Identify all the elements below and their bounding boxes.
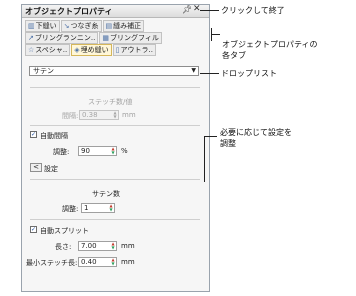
- callout-line: [211, 34, 220, 35]
- tab-connector-label: つなぎ糸: [70, 22, 99, 30]
- auto-split-checkbox[interactable]: ✓: [30, 226, 37, 233]
- callout-tabs-line1: オブジェクトプロパティの: [222, 40, 318, 49]
- adjust-unit: %: [121, 147, 128, 155]
- spinner-icon[interactable]: ▲ ▼: [108, 204, 114, 212]
- callout-tabs-line2: 各タブ: [222, 51, 246, 60]
- spacing-input[interactable]: 0.38 ▲ ▼: [79, 110, 119, 120]
- callout-line: [200, 10, 219, 11]
- callout-line: [204, 136, 217, 137]
- tab-connector[interactable]: ↘ つなぎ糸: [60, 20, 102, 32]
- auto-split-label: 自動スプリット: [40, 227, 89, 235]
- tab-special[interactable]: ☆ スペシャ..: [25, 44, 71, 56]
- running-icon: ↗: [28, 34, 34, 42]
- object-properties-panel: オブジェクトプロパティ 📌︎ ✕ ▥ 下縫い ↘ つなぎ糸 ▤ 縫み補正 ↗ ブ…: [21, 4, 210, 292]
- settings-button[interactable]: <: [30, 163, 42, 172]
- spinner-icon[interactable]: ▲ ▼: [112, 111, 118, 119]
- divider: [30, 87, 200, 88]
- tab-fill-stitch[interactable]: ◈ 埋め縫い: [71, 44, 112, 56]
- adjust2-label: 調整:: [62, 205, 79, 213]
- pull-comp-icon: ▤: [105, 22, 113, 30]
- tab-special-label: スペシャ..: [35, 46, 68, 54]
- stitch-type-dropdown[interactable]: サテン ▼: [29, 66, 199, 76]
- length-label: 長さ:: [55, 243, 72, 251]
- satin-count-heading: サテン数: [92, 190, 120, 198]
- spacing-unit: mm: [122, 111, 136, 119]
- tab-running-label: ブリングランニン..: [34, 34, 96, 42]
- adjust-input[interactable]: 90 ▲ ▼: [78, 146, 117, 156]
- tab-underlay-label: 下縫い: [35, 22, 57, 30]
- tab-underlay[interactable]: ▥ 下縫い: [25, 20, 60, 32]
- min-stitch-input[interactable]: 0.40 ▲ ▼: [78, 257, 117, 267]
- tab-row-3: ☆ スペシャ.. ◈ 埋め縫い ▯ アウトラ..: [25, 44, 157, 56]
- divider: [30, 179, 200, 180]
- adjust2-input[interactable]: 1 ▲ ▼: [81, 203, 115, 213]
- tab-fill-stitch-label: 埋め縫い: [80, 46, 109, 54]
- min-stitch-unit: mm: [121, 258, 135, 266]
- tab-row-1: ▥ 下縫い ↘ つなぎ糸 ▤ 縫み補正: [25, 20, 145, 32]
- outline-icon: ▯: [115, 46, 120, 54]
- chevron-down-icon: ▼: [191, 67, 196, 74]
- adjust-label: 調整:: [53, 148, 70, 156]
- tab-outline[interactable]: ▯ アウトラ..: [112, 44, 156, 56]
- callout-bracket: [204, 136, 205, 182]
- callout-adjust-line2: 調整: [220, 139, 236, 148]
- spinner-icon[interactable]: ▲ ▼: [110, 147, 116, 155]
- tab-outline-label: アウトラ..: [120, 46, 153, 54]
- length-input[interactable]: 7.00 ▲ ▼: [78, 241, 117, 251]
- divider: [30, 219, 200, 220]
- min-stitch-label: 最小ステッチ長:: [26, 259, 78, 267]
- panel-title: オブジェクトプロパティ: [25, 7, 113, 16]
- spinner-icon[interactable]: ▲ ▼: [110, 242, 116, 250]
- fill-stitch-icon: ◈: [74, 46, 80, 54]
- connector-icon: ↘: [63, 22, 70, 30]
- stitch-count-heading: ステッチ数/値: [88, 98, 133, 106]
- fill-icon: ▦: [102, 34, 109, 42]
- tab-running[interactable]: ↗ ブリングランニン..: [25, 32, 99, 44]
- min-stitch-value: 0.40: [81, 258, 97, 266]
- spacing-value: 0.38: [82, 111, 98, 119]
- dropdown-value: サテン: [33, 67, 54, 75]
- adjust2-value: 1: [84, 204, 89, 212]
- length-unit: mm: [121, 242, 135, 250]
- tab-fill-label: ブリングフィル: [109, 34, 159, 42]
- close-icon[interactable]: ✕: [193, 4, 201, 14]
- adjust-value: 90: [81, 147, 90, 155]
- tab-pull-comp[interactable]: ▤ 縫み補正: [102, 20, 145, 32]
- settings-label: 設定: [44, 165, 58, 173]
- auto-spacing-checkbox[interactable]: ✓: [30, 131, 37, 138]
- spacing-label: 間隔:: [62, 112, 79, 120]
- tab-fill[interactable]: ▦ ブリングフィル: [99, 32, 162, 44]
- tab-pull-comp-label: 縫み補正: [113, 22, 142, 30]
- callout-dropdown: ドロップリスト: [221, 69, 277, 78]
- callout-close: クリックして終了: [221, 6, 285, 15]
- callout-adjust-line1: 必要に応じて設定を: [220, 128, 292, 137]
- length-value: 7.00: [81, 242, 97, 250]
- tab-row-2: ↗ ブリングランニン.. ▦ ブリングフィル: [25, 32, 163, 44]
- panel-titlebar: オブジェクトプロパティ 📌︎ ✕: [22, 4, 209, 18]
- pin-icon[interactable]: 📌︎: [182, 5, 192, 14]
- star-icon: ☆: [28, 46, 35, 54]
- underlay-icon: ▥: [28, 22, 35, 30]
- divider: [30, 125, 200, 126]
- spinner-icon[interactable]: ▲ ▼: [110, 258, 116, 266]
- callout-line: [200, 73, 219, 74]
- auto-spacing-label: 自動間隔: [40, 132, 68, 140]
